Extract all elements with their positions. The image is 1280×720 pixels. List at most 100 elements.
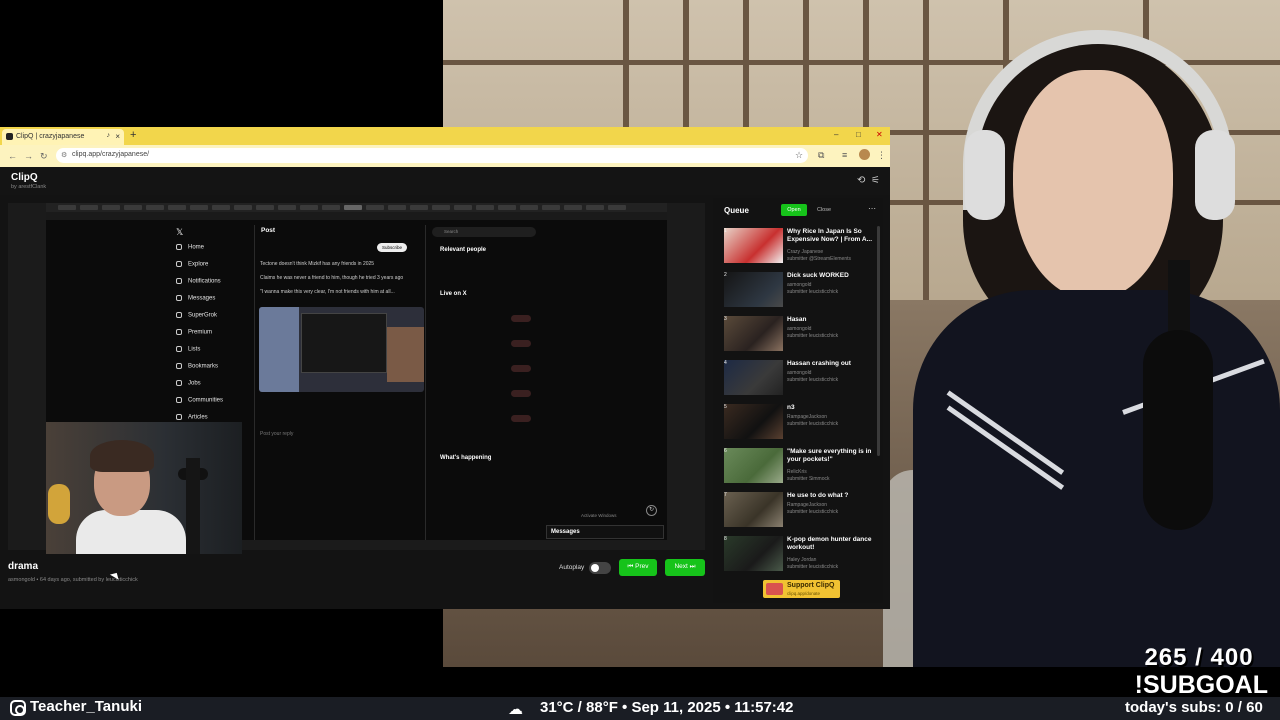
support-icon: [766, 583, 783, 595]
x-post-text: Claims he was never a friend to him, tho…: [260, 275, 404, 281]
app-by: by arestfClank: [11, 184, 47, 190]
queue-item[interactable]: 6 "Make sure everything is in your pocke…: [721, 448, 876, 486]
x-nav-item: SuperGrok: [176, 312, 217, 319]
profile-avatar[interactable]: [859, 149, 870, 160]
queue-thumbnail: [724, 492, 783, 527]
back-icon[interactable]: ←: [8, 151, 17, 161]
queue-item[interactable]: 5 n3 RampageJackson submitter leucisticc…: [721, 404, 876, 442]
reload-icon[interactable]: ↻: [40, 151, 48, 162]
queue-item[interactable]: 7 He use to do what ? RampageJackson sub…: [721, 492, 876, 530]
x-nav-item: Articles: [176, 414, 208, 421]
x-nav-item: Notifications: [176, 278, 221, 285]
x-post-text: "I wanna make this very clear, I'm not f…: [260, 289, 395, 295]
queue-item-title: He use to do what ?: [787, 492, 849, 499]
headphone-ear-right: [1195, 130, 1235, 220]
sailor-uniform: [913, 290, 1280, 667]
x-nav-item: Lists: [176, 346, 200, 353]
social-handle: Teacher_Tanuki: [30, 698, 142, 715]
queue-item[interactable]: 3 Hasan asmongold submitter leucisticchi…: [721, 316, 876, 354]
x-messages-drawer: Messages: [546, 525, 664, 539]
minimize-icon[interactable]: –: [834, 130, 838, 139]
x-post-header: Post: [261, 227, 276, 234]
queue-item[interactable]: 8 K-pop demon hunter dance workout! Hale…: [721, 536, 876, 574]
queue-item-title: K-pop demon hunter dance workout!: [787, 536, 872, 551]
url-field[interactable]: ⚙ clipq.app/crazyjapanese/: [56, 148, 808, 163]
x-search-box: Search: [432, 227, 536, 237]
queue-thumbnail: [724, 228, 783, 263]
embedded-facecam: [46, 422, 242, 554]
queue-thumbnail: [724, 272, 783, 307]
x-post-text: Tectone doesn't think Mizkif has any fri…: [260, 261, 375, 267]
queue-item-title: Dick suck WORKED: [787, 272, 849, 279]
favicon-icon: [6, 133, 13, 140]
queue-item-title: Why Rice In Japan Is So Expensive Now? |…: [787, 228, 873, 243]
cloud-icon: ☁: [508, 701, 523, 718]
close-window-icon[interactable]: ✕: [876, 130, 883, 139]
queue-item[interactable]: 1 Why Rice In Japan Is So Expensive Now?…: [721, 228, 876, 266]
embedded-url-bar: [46, 212, 667, 220]
queue-panel: Queue Open Close ⋯ 1 Why Rice In Japan I…: [713, 198, 883, 603]
microphone: [1143, 330, 1213, 530]
queue-item-title: Hasan: [787, 316, 807, 323]
autoplay-toggle[interactable]: [589, 562, 611, 574]
maximize-icon[interactable]: □: [856, 130, 861, 139]
tab-bar: ClipQ | crazyjapanese ♪ × + – □ ✕: [0, 127, 890, 145]
embedded-tabs: [46, 203, 667, 212]
menu-kebab-icon[interactable]: ⋮: [877, 150, 886, 161]
headphone-ear-left: [965, 130, 1005, 220]
queue-scrollbar[interactable]: [877, 226, 880, 456]
instagram-icon: [10, 700, 26, 716]
next-button[interactable]: Next ⏭: [665, 559, 705, 576]
support-clipq-button[interactable]: Support ClipQ clipq.app/donate: [763, 580, 840, 598]
queue-open-button[interactable]: Open: [781, 204, 807, 216]
queue-item[interactable]: 4 Hassan crashing out asmongold submitte…: [721, 360, 876, 398]
x-nav-item: Explore: [176, 261, 208, 268]
more-options-icon[interactable]: ⋯: [868, 204, 876, 213]
x-post-media: [259, 307, 424, 392]
x-relevant-people: Relevant people: [440, 247, 487, 253]
subs-today: today's subs: 0 / 60: [1125, 699, 1263, 716]
forward-icon[interactable]: →: [24, 151, 33, 161]
queue-thumbnail: [724, 404, 783, 439]
x-nav-item: Home: [176, 244, 204, 251]
media-icon[interactable]: ≡: [842, 150, 847, 160]
queue-item[interactable]: 2 Dick suck WORKED asmongold submitter l…: [721, 272, 876, 310]
new-tab-icon[interactable]: +: [130, 129, 136, 141]
x-live-on-x: Live on X: [440, 291, 467, 297]
speaker-icon[interactable]: ♪: [107, 132, 111, 139]
site-info-icon[interactable]: ⚙: [61, 151, 67, 159]
queue-item-title: "Make sure everything is in your pockets…: [787, 448, 872, 463]
x-whats-happening: What's happening: [440, 455, 492, 461]
x-logo-icon: 𝕏: [176, 227, 184, 237]
queue-thumbnail: [724, 360, 783, 395]
history-icon[interactable]: ⟲: [857, 175, 865, 186]
x-nav-item: Premium: [176, 329, 212, 336]
refresh-icon: ↻: [646, 505, 657, 516]
x-nav-item: Jobs: [176, 380, 201, 387]
settings-sliders-icon[interactable]: ⚟: [871, 175, 880, 186]
browser-tab[interactable]: ClipQ | crazyjapanese ♪ ×: [2, 129, 124, 145]
queue-item-title: Hassan crashing out: [787, 360, 851, 367]
stream-layout: ClipQ | crazyjapanese ♪ × + – □ ✕ ← → ↻ …: [0, 0, 1280, 720]
close-tab-icon[interactable]: ×: [115, 132, 120, 141]
prev-button[interactable]: ⏮ Prev: [619, 559, 657, 576]
queue-item-title: n3: [787, 404, 795, 411]
browser-window: ClipQ | crazyjapanese ♪ × + – □ ✕ ← → ↻ …: [0, 127, 890, 609]
clipq-header: ClipQ by arestfClank ⟲ ⚟: [0, 167, 890, 195]
autoplay-label: Autoplay: [559, 564, 585, 571]
extensions-icon[interactable]: ⧉: [818, 150, 824, 161]
x-nav-item: Messages: [176, 295, 215, 302]
stream-info-bar: Teacher_Tanuki ☁ 31°C / 88°F • Sep 11, 2…: [0, 697, 1280, 720]
video-title: drama: [8, 561, 39, 572]
activate-windows-watermark: Activate Windows: [581, 513, 617, 518]
weather-datetime: 31°C / 88°F • Sep 11, 2025 • 11:57:42: [540, 699, 794, 716]
x-subscribe-button: Subscribe: [377, 243, 407, 252]
video-player[interactable]: 𝕏 Home Explore Notifications Messages Su…: [8, 203, 705, 554]
queue-close-button[interactable]: Close: [812, 204, 836, 216]
bookmark-star-icon[interactable]: ☆: [795, 150, 803, 161]
queue-thumbnail: [724, 448, 783, 483]
tab-title: ClipQ | crazyjapanese: [16, 133, 85, 140]
x-nav-item: Bookmarks: [176, 363, 218, 370]
url-text: clipq.app/crazyjapanese/: [72, 151, 150, 158]
queue-title: Queue: [724, 206, 749, 215]
